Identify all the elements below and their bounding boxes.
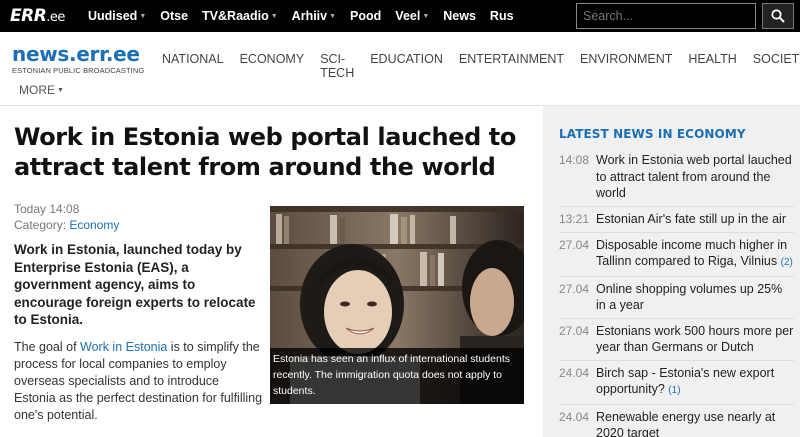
comment-count[interactable]: (1) [668,385,680,396]
news-time: 14:08 [559,153,590,167]
news-title[interactable]: Disposable income much higher in Tallinn… [596,237,794,272]
top-nav-item-news[interactable]: News [443,9,476,23]
top-nav-item-otse[interactable]: Otse [160,9,188,23]
news-item[interactable]: 24.04 Renewable energy use nearly at 2020… [559,409,794,437]
search-input[interactable] [576,3,756,29]
news-title[interactable]: Renewable energy use nearly at 2020 targ… [596,409,794,437]
news-title[interactable]: Online shopping volumes up 25% in a year [596,281,794,314]
section-tab-society[interactable]: SOCIETY [753,52,800,80]
news-time: 27.04 [559,323,590,338]
site-name: news.err.ee [12,42,140,66]
caret-down-icon: ▼ [270,12,278,20]
caret-down-icon: ▼ [329,12,337,20]
sidebar-latest-news: LATEST NEWS IN ECONOMY 14:08 Work in Esto… [543,106,800,437]
news-title[interactable]: Birch sap - Estonia's new export opportu… [596,365,794,400]
top-nav-label: News [443,9,476,23]
section-tab-national[interactable]: NATIONAL [162,52,224,80]
brand-logo[interactable]: news.err.ee ESTONIAN PUBLIC BROADCASTING [12,42,144,75]
photo-caption: Estonia has seen an influx of internatio… [270,348,524,404]
section-tab-economy[interactable]: ECONOMY [240,52,305,80]
news-item[interactable]: 27.04 Online shopping volumes up 25% in a… [559,281,794,319]
news-time: 24.04 [559,409,590,424]
news-item[interactable]: 27.04 Estonians work 500 hours more per y… [559,323,794,361]
section-nav: NATIONAL ECONOMY SCI-TECH EDUCATION ENTERTAI… [162,52,800,80]
top-nav-item-uudised[interactable]: Uudised ▼ [88,9,146,23]
top-nav-label: Uudised [88,9,138,23]
caret-down-icon: ▼ [57,86,64,94]
news-title[interactable]: Estonian Air's fate still up in the air [596,211,786,228]
article-date: Today 14:08 [14,202,80,216]
news-time: 24.04 [559,365,590,380]
top-nav-item-veel[interactable]: Veel ▼ [395,9,429,23]
top-bar: ERR.ee Uudised ▼ Otse TV&Raadio ▼ Arhiiv ▼ Pood… [0,0,800,32]
err-logo[interactable]: ERR.ee [10,6,65,26]
top-nav-label: Pood [350,9,382,23]
article-lead: Work in Estonia, launched today by Enter… [14,242,256,327]
article-body: The goal of Work in Estonia is to simpli… [14,340,263,422]
top-nav-label: Veel [395,9,421,23]
news-title[interactable]: Estonians work 500 hours more per year t… [596,323,794,356]
news-item[interactable]: 13:21 Estonian Air's fate still up in the… [559,211,794,233]
news-time: 27.04 [559,281,590,296]
news-list: 14:08 Work in Estonia web portal lauched … [559,152,794,437]
work-in-estonia-link[interactable]: Work in Estonia [80,340,167,354]
category-link[interactable]: Economy [69,218,119,232]
section-tab-environment[interactable]: ENVIRONMENT [580,52,672,80]
section-tab-sci-tech[interactable]: SCI-TECH [320,52,354,80]
category-label: Category: [14,218,67,232]
section-tab-health[interactable]: HEALTH [688,52,736,80]
caret-down-icon: ▼ [139,12,147,20]
top-nav-label: Rus [489,9,514,23]
top-nav-label: Arhiiv [291,9,328,23]
more-menu[interactable]: MORE ▼ [19,83,64,97]
search-button[interactable] [762,3,794,29]
section-tab-education[interactable]: EDUCATION [370,52,443,80]
site-subtitle: ESTONIAN PUBLIC BROADCASTING [12,66,145,75]
top-nav: Uudised ▼ Otse TV&Raadio ▼ Arhiiv ▼ Pood Veel ▼ Ne… [88,0,528,32]
section-tab-entertainment[interactable]: ENTERTAINMENT [459,52,564,80]
news-time: 27.04 [559,237,590,252]
more-label: MORE [19,83,55,97]
news-item[interactable]: 14:08 Work in Estonia web portal lauched … [559,152,794,207]
news-title[interactable]: Work in Estonia web portal lauched to at… [596,152,794,202]
top-nav-item-tv-raadio[interactable]: TV&Raadio ▼ [202,9,278,23]
top-nav-label: TV&Raadio [202,9,269,23]
article-meta: Today 14:08 Category: Economy [14,201,119,233]
top-nav-item-pood[interactable]: Pood [350,9,381,23]
caret-down-icon: ▼ [422,12,430,20]
top-nav-item-rus[interactable]: Rus [490,9,514,23]
top-nav-item-arhiiv[interactable]: Arhiiv ▼ [292,9,336,23]
news-time: 13:21 [559,211,590,226]
news-item[interactable]: 27.04 Disposable income much higher in Ta… [559,237,794,277]
top-nav-label: Otse [160,9,189,23]
sidebar-title: LATEST NEWS IN ECONOMY [559,127,746,141]
news-item[interactable]: 24.04 Birch sap - Estonia's new export op… [559,365,794,405]
article-headline: Work in Estonia web portal lauched to at… [14,123,516,181]
search-icon [771,9,785,23]
comment-count[interactable]: (2) [781,257,793,268]
